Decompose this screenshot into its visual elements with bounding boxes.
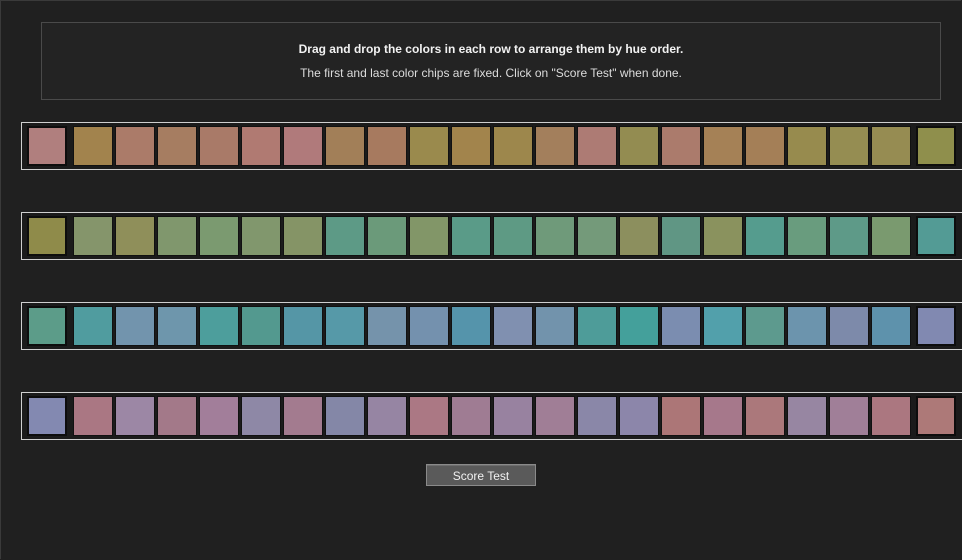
color-chip[interactable] (157, 216, 197, 256)
color-chip[interactable] (283, 396, 323, 436)
color-chip[interactable] (367, 126, 407, 166)
color-chip[interactable] (535, 306, 575, 346)
color-chip[interactable] (703, 396, 743, 436)
color-chip[interactable] (157, 306, 197, 346)
color-chip[interactable] (367, 396, 407, 436)
color-chip[interactable] (493, 216, 533, 256)
color-chip[interactable] (493, 306, 533, 346)
color-chip[interactable] (115, 306, 155, 346)
fixed-first-chip (27, 396, 67, 436)
color-chip[interactable] (493, 396, 533, 436)
score-test-button[interactable]: Score Test (426, 464, 536, 486)
fixed-last-chip (916, 216, 956, 256)
color-row-1 (21, 122, 962, 170)
color-chip[interactable] (787, 306, 827, 346)
color-chip[interactable] (409, 216, 449, 256)
color-chip[interactable] (283, 216, 323, 256)
color-chip[interactable] (661, 126, 701, 166)
fixed-first-chip (27, 126, 67, 166)
color-chip[interactable] (661, 306, 701, 346)
color-chip[interactable] (325, 306, 365, 346)
color-chip[interactable] (199, 216, 239, 256)
color-chip[interactable] (661, 216, 701, 256)
color-chip[interactable] (157, 396, 197, 436)
color-chip[interactable] (535, 216, 575, 256)
color-chip[interactable] (115, 126, 155, 166)
color-chip[interactable] (199, 396, 239, 436)
color-chip[interactable] (577, 126, 617, 166)
color-chip[interactable] (367, 216, 407, 256)
color-chip[interactable] (661, 396, 701, 436)
color-chip[interactable] (325, 216, 365, 256)
instructions-subtitle: The first and last color chips are fixed… (300, 66, 682, 80)
color-chip[interactable] (745, 306, 785, 346)
color-chip[interactable] (115, 216, 155, 256)
color-chip[interactable] (451, 216, 491, 256)
fixed-last-chip (916, 306, 956, 346)
color-chip[interactable] (829, 306, 869, 346)
color-chip[interactable] (829, 396, 869, 436)
color-chip[interactable] (409, 396, 449, 436)
color-chip[interactable] (199, 126, 239, 166)
color-chip[interactable] (871, 126, 911, 166)
color-chip[interactable] (493, 126, 533, 166)
color-chip[interactable] (241, 216, 281, 256)
color-chip[interactable] (283, 306, 323, 346)
color-chip[interactable] (409, 126, 449, 166)
color-chip[interactable] (73, 306, 113, 346)
color-chip[interactable] (451, 126, 491, 166)
color-chip[interactable] (241, 396, 281, 436)
color-chip[interactable] (535, 126, 575, 166)
color-chip[interactable] (241, 306, 281, 346)
fixed-last-chip (916, 396, 956, 436)
color-chip[interactable] (745, 396, 785, 436)
color-chip[interactable] (871, 306, 911, 346)
instructions-title: Drag and drop the colors in each row to … (298, 42, 684, 56)
color-chip[interactable] (451, 396, 491, 436)
color-row-4 (21, 392, 962, 440)
color-chip[interactable] (115, 396, 155, 436)
color-chip[interactable] (73, 396, 113, 436)
color-chip[interactable] (619, 126, 659, 166)
color-chip[interactable] (619, 216, 659, 256)
color-chip[interactable] (535, 396, 575, 436)
color-chip[interactable] (199, 306, 239, 346)
color-chip[interactable] (577, 396, 617, 436)
color-chip[interactable] (745, 216, 785, 256)
color-chip[interactable] (703, 126, 743, 166)
color-chip[interactable] (451, 306, 491, 346)
color-chip[interactable] (787, 126, 827, 166)
color-chip[interactable] (619, 396, 659, 436)
color-chip[interactable] (325, 396, 365, 436)
color-chip[interactable] (829, 126, 869, 166)
color-chip[interactable] (745, 126, 785, 166)
color-chip[interactable] (325, 126, 365, 166)
color-chip[interactable] (73, 216, 113, 256)
color-chip[interactable] (703, 216, 743, 256)
color-chip[interactable] (283, 126, 323, 166)
color-chip[interactable] (367, 306, 407, 346)
instructions-panel: Drag and drop the colors in each row to … (41, 22, 941, 100)
fixed-last-chip (916, 126, 956, 166)
color-chip[interactable] (787, 216, 827, 256)
color-chip[interactable] (871, 216, 911, 256)
color-chip[interactable] (703, 306, 743, 346)
color-chip[interactable] (577, 216, 617, 256)
color-chip[interactable] (619, 306, 659, 346)
color-chip[interactable] (787, 396, 827, 436)
color-chip[interactable] (409, 306, 449, 346)
fixed-first-chip (27, 216, 67, 256)
color-chip[interactable] (157, 126, 197, 166)
fixed-first-chip (27, 306, 67, 346)
color-chip[interactable] (73, 126, 113, 166)
color-row-3 (21, 302, 962, 350)
color-chip[interactable] (577, 306, 617, 346)
color-row-2 (21, 212, 962, 260)
color-chip[interactable] (829, 216, 869, 256)
color-chip[interactable] (871, 396, 911, 436)
color-chip[interactable] (241, 126, 281, 166)
